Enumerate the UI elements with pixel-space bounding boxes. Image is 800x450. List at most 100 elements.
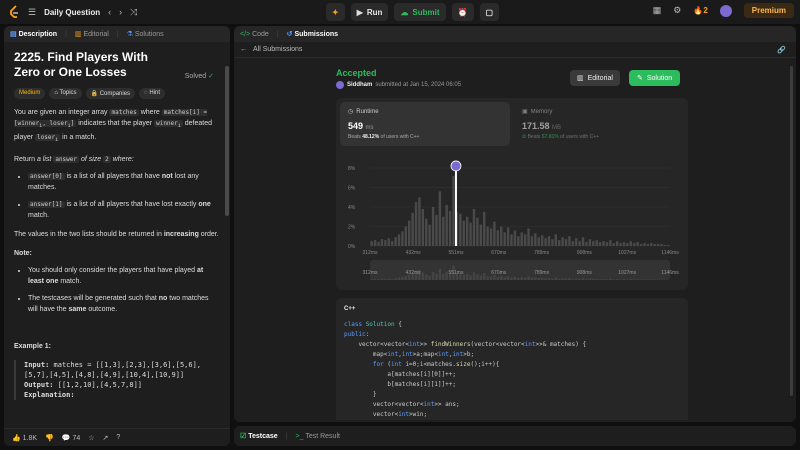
solution-button[interactable]: ✎ Solution (629, 70, 681, 86)
x-tick-label: 908ms (577, 250, 593, 256)
next-problem-icon[interactable]: › (119, 7, 122, 17)
slider-bar (435, 273, 438, 280)
tab-testcase[interactable]: ☑ Testcase (240, 432, 278, 440)
chart-bar (452, 175, 455, 246)
memory-value-row: 171.58 MB (522, 121, 676, 131)
companies-chip[interactable]: 🔒 Companies (85, 88, 136, 99)
slider-bar (643, 279, 646, 280)
slider-bar (496, 276, 500, 280)
shuffle-icon[interactable]: ⤨ (130, 7, 137, 17)
memory-value: 171.58 (522, 121, 550, 131)
premium-button[interactable]: Premium (743, 3, 794, 18)
edit-icon: ✎ (637, 75, 643, 82)
editorial-button[interactable]: ▥ Editorial (570, 70, 620, 86)
top-bar: ☰ Daily Question ‹ › ⤨ ✦ ▶ Run ☁ Submit ⏰ … (0, 0, 800, 24)
leetcode-logo-icon[interactable] (8, 5, 20, 19)
text: Beats (527, 134, 541, 140)
debug-button[interactable]: ✦ (326, 3, 345, 21)
check-circle-icon: ✓ (208, 73, 214, 80)
tab-description-label: Description (18, 31, 58, 38)
list-item: answer[1] is a list of all players that … (28, 199, 220, 221)
slider-bar (575, 278, 578, 280)
memory-card[interactable]: ▣ Memory 171.58 MB ✿ Beats 57.81% of user… (514, 102, 684, 146)
chart-bar (394, 237, 397, 246)
slider-bar (469, 275, 472, 280)
chart-bar (503, 232, 506, 246)
slider-tick-label: 432ms (406, 270, 422, 276)
input-value: matches = [[1,3],[2,3],[3,6],[5,6],[5,7]… (24, 361, 202, 380)
slider-bar (578, 279, 581, 280)
slider-bar (619, 279, 622, 280)
hint-chip[interactable]: ◌ Hint (139, 88, 165, 99)
favorite-star-icon[interactable]: ☆ (88, 434, 94, 442)
runtime-beats-value: 48.12% (362, 134, 380, 140)
slider-bar (534, 277, 537, 280)
cloud-upload-icon: ☁ (400, 7, 409, 17)
topics-chip[interactable]: ⌂ Topics (49, 88, 82, 99)
daily-question-title[interactable]: Daily Question (44, 8, 100, 17)
submitted-line: Siddham submitted at Jan 15, 2024 06:05 (336, 81, 461, 89)
dislike-button[interactable]: 👎 (45, 434, 54, 442)
share-icon[interactable]: ↗ (103, 434, 109, 442)
slider-bar (380, 278, 384, 280)
prev-problem-icon[interactable]: ‹ (108, 7, 111, 17)
like-button[interactable]: 👍 1.8K (12, 434, 37, 442)
chart-bar (650, 243, 653, 246)
tab-code[interactable]: </> Code (240, 31, 269, 38)
chart-bar (612, 243, 615, 246)
submission-scrollbar[interactable] (790, 66, 793, 396)
tab-description[interactable]: ▤ Description (10, 30, 57, 38)
runtime-header: ◷ Runtime (348, 108, 502, 116)
user-avatar[interactable] (719, 4, 732, 17)
username[interactable]: Siddham (347, 82, 372, 88)
layout-grid-icon[interactable]: ▦ (653, 6, 662, 15)
text: a list (36, 156, 52, 164)
editorial-icon: ▥ (577, 75, 584, 82)
slider-bar (384, 278, 387, 280)
link-icon[interactable]: 🔗 (777, 46, 786, 54)
notes-button[interactable]: ▢ (479, 3, 500, 21)
user-marker-avatar[interactable] (450, 160, 462, 172)
chart-bar (554, 234, 557, 246)
chart-bar (598, 242, 602, 246)
x-tick-label: 789ms (534, 250, 550, 256)
note-heading: Note: (14, 248, 220, 259)
chart-bar (408, 220, 411, 246)
runtime-distribution-chart[interactable]: 8% 6% 4% 2% 0% 312ms 432ms 551ms 670ms 789ms 908ms… (336, 154, 688, 290)
slider-bar (517, 278, 520, 280)
back-arrow-icon[interactable]: ← (240, 46, 247, 53)
tab-test-result[interactable]: >_ Test Result (296, 433, 340, 440)
tab-submissions[interactable]: ↺ Submissions (287, 30, 338, 38)
description-scrollbar[interactable] (225, 66, 229, 216)
slider-bar (431, 272, 435, 280)
tab-solutions[interactable]: ⚗ Solutions (127, 30, 164, 38)
slider-bar (537, 278, 540, 280)
chart-bar (448, 210, 452, 246)
runtime-card[interactable]: ◷ Runtime 549 ms Beats 48.12% of users wi… (340, 102, 510, 146)
memory-label: Memory (530, 108, 553, 115)
slider-bar (523, 277, 527, 280)
slider-bar (558, 278, 561, 280)
slider-tick-label: 789ms (534, 270, 550, 276)
tab-submissions-label: Submissions (294, 31, 339, 38)
slider-bar (370, 279, 373, 280)
chart-bar (547, 236, 551, 246)
slider-bar (513, 276, 517, 280)
problem-list-icon[interactable]: ☰ (28, 7, 36, 17)
tab-editorial[interactable]: ▥ Editorial (75, 30, 109, 38)
slider-bar (540, 277, 544, 280)
submitted-code[interactable]: C++ class Solution { public: vector<vect… (336, 298, 688, 420)
tab-divider: | (276, 30, 279, 38)
chart-bar (561, 237, 564, 246)
run-button[interactable]: ▶ Run (350, 3, 389, 21)
comments-button[interactable]: 💬 74 (62, 434, 80, 442)
problem-title[interactable]: 2225. Find Players With Zero or One Loss… (14, 50, 164, 80)
timer-button[interactable]: ⏰ (451, 3, 474, 21)
submit-button[interactable]: ☁ Submit (394, 3, 446, 21)
all-submissions-link[interactable]: All Submissions (253, 46, 302, 53)
help-icon[interactable]: ? (116, 434, 120, 441)
inline-code: answer[1] (28, 201, 65, 209)
slider-bar (472, 272, 476, 280)
streak-counter[interactable]: 🔥2 (693, 6, 707, 15)
settings-gear-icon[interactable]: ⚙ (673, 6, 681, 15)
